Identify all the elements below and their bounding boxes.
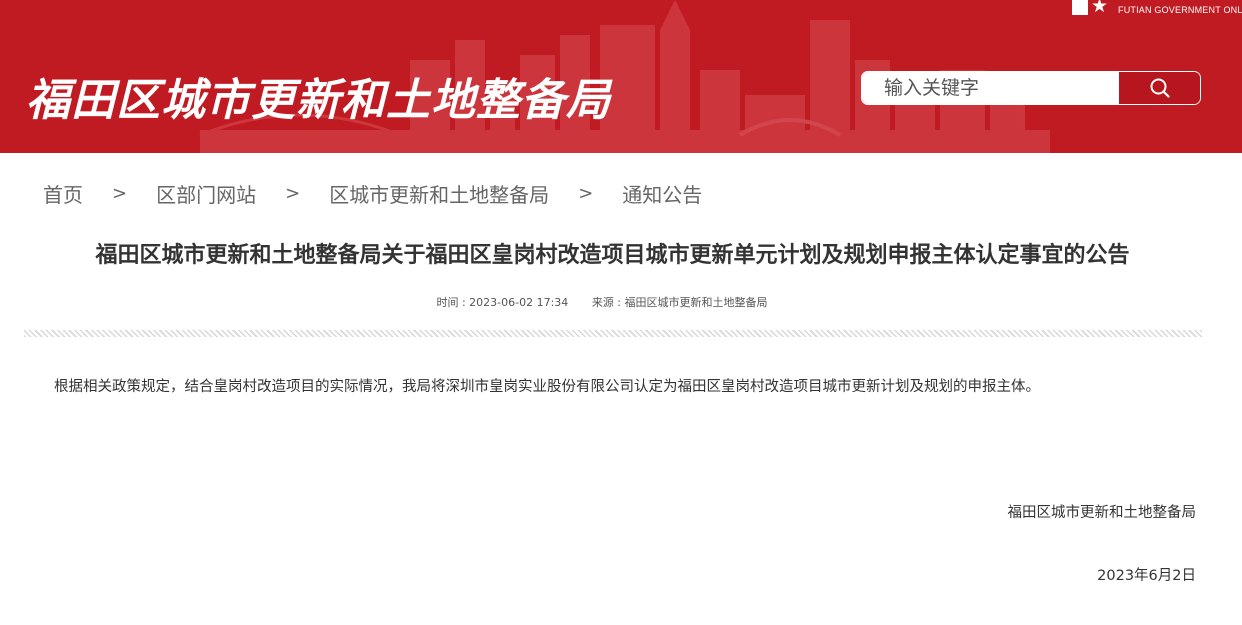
breadcrumb-separator: > xyxy=(285,182,301,204)
search-button[interactable] xyxy=(1118,72,1200,104)
breadcrumb-separator: > xyxy=(578,182,594,204)
article-title: 福田区城市更新和土地整备局关于福田区皇岗村改造项目城市更新单元计划及规划申报主体… xyxy=(95,243,1130,268)
publish-time: 时间 : 2023-06-02 17:34 xyxy=(436,296,569,309)
star-icon: ★ xyxy=(1091,0,1109,17)
search-box xyxy=(861,71,1201,105)
gov-logo-text: FUTIAN GOVERNMENT ONLI xyxy=(1118,5,1242,15)
site-title[interactable]: 福田区城市更新和土地整备局 xyxy=(26,64,611,128)
signature-date: 2023年6月2日 xyxy=(1097,568,1196,584)
header-banner: 福田区城市更新和土地整备局 ★ FUTIAN GOVERNMENT ONLI xyxy=(0,0,1242,153)
flag-icon xyxy=(1072,0,1088,15)
article-meta: 时间 : 2023-06-02 17:34 来源 : 福田区城市更新和土地整备局 xyxy=(0,294,1204,310)
signature-organization: 福田区城市更新和土地整备局 xyxy=(1007,505,1197,521)
article-body: 根据相关政策规定，结合皇岗村改造项目的实际情况，我局将深圳市皇岗实业股份有限公司… xyxy=(54,379,1040,395)
breadcrumb: 首页 > 区部门网站 > 区城市更新和土地整备局 > 通知公告 xyxy=(43,178,702,208)
breadcrumb-notices[interactable]: 通知公告 xyxy=(622,179,702,208)
breadcrumb-home[interactable]: 首页 xyxy=(43,179,83,208)
article-source: 来源 : 福田区城市更新和土地整备局 xyxy=(591,296,768,309)
hatched-divider xyxy=(24,330,1202,337)
search-icon xyxy=(1150,78,1170,98)
breadcrumb-district-departments[interactable]: 区部门网站 xyxy=(156,179,256,208)
breadcrumb-bureau[interactable]: 区城市更新和土地整备局 xyxy=(329,179,549,208)
search-input[interactable] xyxy=(862,72,1118,104)
breadcrumb-separator: > xyxy=(112,182,128,204)
government-online-logo[interactable]: ★ FUTIAN GOVERNMENT ONLI xyxy=(1070,0,1242,18)
